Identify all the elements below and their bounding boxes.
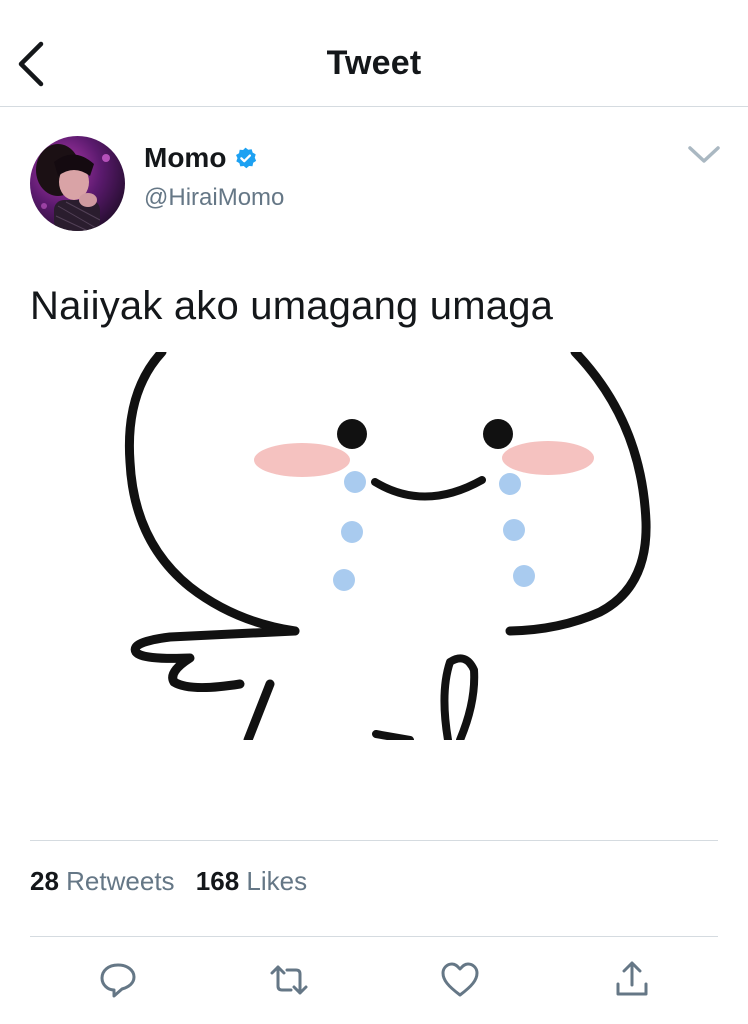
divider	[30, 936, 718, 937]
engagement-stats: 28 Retweets 168 Likes	[30, 866, 321, 897]
more-options-chevron-down-icon[interactable]	[686, 140, 722, 168]
retweets-label: Retweets	[66, 866, 175, 896]
retweets-count: 28	[30, 866, 59, 896]
crying-blob-sticker	[30, 352, 720, 740]
like-icon[interactable]	[438, 958, 482, 1002]
top-bar: Tweet	[0, 0, 748, 107]
likes-label: Likes	[246, 866, 308, 896]
author-info[interactable]: Momo @HiraiMomo	[144, 142, 284, 212]
author-handle: @HiraiMomo	[144, 184, 285, 211]
likes-stat[interactable]: 168 Likes	[196, 866, 307, 897]
retweets-stat[interactable]: 28 Retweets	[30, 866, 175, 897]
likes-count: 168	[195, 866, 240, 896]
verified-badge-icon	[236, 147, 257, 168]
author-name: Momo	[144, 142, 227, 173]
share-icon[interactable]	[610, 958, 654, 1002]
tweet-media-image[interactable]	[30, 352, 720, 740]
tweet-text: Naiiyak ako umagang umaga	[30, 284, 554, 328]
retweet-icon[interactable]	[267, 958, 311, 1002]
divider	[30, 840, 718, 841]
avatar[interactable]	[30, 136, 125, 231]
avatar-image	[30, 136, 125, 231]
page-title: Tweet	[326, 44, 422, 82]
reply-icon[interactable]	[96, 958, 140, 1002]
